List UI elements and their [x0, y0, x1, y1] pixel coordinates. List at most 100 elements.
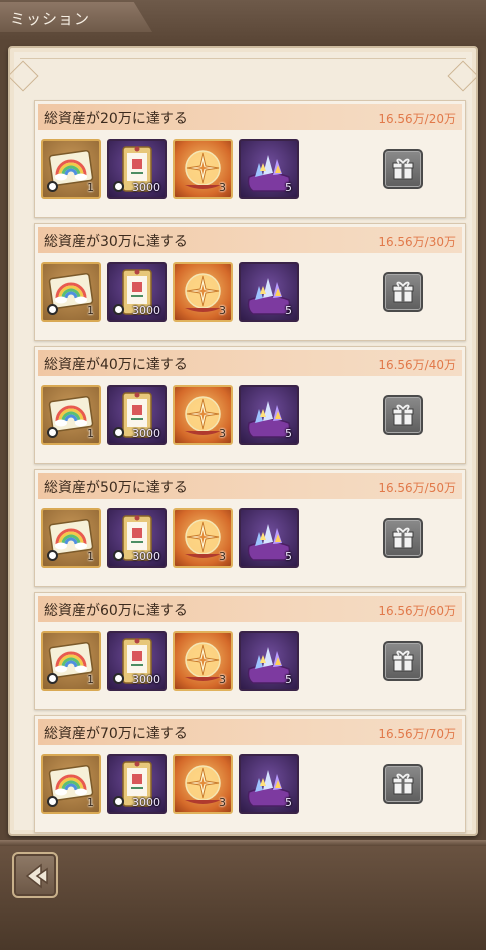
- reward-quantity: 1: [87, 550, 94, 563]
- reward-item[interactable]: 3: [173, 262, 233, 322]
- reward-quantity: 3: [219, 673, 226, 686]
- mission-card: 総資産が60万に達する 16.56万/60万 1 3000 3 5: [34, 592, 466, 710]
- mission-progress: 16.56万/70万: [378, 727, 456, 741]
- ornament-right: [447, 60, 476, 92]
- mission-title: 総資産が60万に達する: [44, 603, 188, 619]
- reward-item[interactable]: 1: [41, 385, 101, 445]
- clock-icon: [113, 304, 124, 315]
- mission-progress: 16.56万/60万: [378, 604, 456, 618]
- mission-progress: 16.56万/40万: [378, 358, 456, 372]
- reward-item[interactable]: 1: [41, 631, 101, 691]
- claim-reward-button[interactable]: [383, 641, 423, 681]
- gift-icon: [392, 158, 414, 180]
- reward-quantity: 5: [285, 673, 292, 686]
- clock-icon: [47, 304, 58, 315]
- reward-item[interactable]: 3000: [107, 754, 167, 814]
- reward-quantity: 3000: [132, 796, 160, 809]
- clock-icon: [47, 796, 58, 807]
- mission-header: 総資産が20万に達する 16.56万/20万: [38, 104, 462, 130]
- gift-icon: [392, 773, 414, 795]
- reward-item[interactable]: 3000: [107, 631, 167, 691]
- mission-title: 総資産が70万に達する: [44, 726, 188, 742]
- mission-progress: 16.56万/20万: [378, 112, 456, 126]
- mission-title: 総資産が20万に達する: [44, 111, 188, 127]
- top-bar: ミッション: [0, 0, 486, 40]
- mission-list-panel[interactable]: 総資産が20万に達する 16.56万/20万 1 3000 3 5 総資産が30万に達する 1…: [8, 46, 478, 836]
- mission-card: 総資産が70万に達する 16.56万/70万 1 3000 3 5: [34, 715, 466, 833]
- mission-card: 総資産が20万に達する 16.56万/20万 1 3000 3 5: [34, 100, 466, 218]
- clock-icon: [47, 550, 58, 561]
- reward-item[interactable]: 5: [239, 139, 299, 199]
- reward-item[interactable]: 5: [239, 508, 299, 568]
- reward-quantity: 5: [285, 550, 292, 563]
- reward-quantity: 5: [285, 796, 292, 809]
- claim-reward-button[interactable]: [383, 395, 423, 435]
- mission-header: 総資産が30万に達する 16.56万/30万: [38, 227, 462, 253]
- claim-reward-button[interactable]: [383, 764, 423, 804]
- claim-reward-button[interactable]: [383, 272, 423, 312]
- reward-quantity: 3000: [132, 181, 160, 194]
- reward-quantity: 3000: [132, 673, 160, 686]
- clock-icon: [113, 550, 124, 561]
- gift-icon: [392, 650, 414, 672]
- gift-icon: [392, 281, 414, 303]
- reward-item[interactable]: 5: [239, 385, 299, 445]
- reward-quantity: 3000: [132, 304, 160, 317]
- reward-item[interactable]: 3000: [107, 139, 167, 199]
- reward-item[interactable]: 1: [41, 754, 101, 814]
- claim-reward-button[interactable]: [383, 149, 423, 189]
- mission-progress: 16.56万/30万: [378, 235, 456, 249]
- reward-item[interactable]: 5: [239, 631, 299, 691]
- reward-item[interactable]: 3000: [107, 262, 167, 322]
- reward-item[interactable]: 3000: [107, 508, 167, 568]
- mission-title: 総資産が40万に達する: [44, 357, 188, 373]
- clock-icon: [47, 673, 58, 684]
- reward-item[interactable]: 1: [41, 262, 101, 322]
- mission-header: 総資産が70万に達する 16.56万/70万: [38, 719, 462, 745]
- mission-title: 総資産が50万に達する: [44, 480, 188, 496]
- reward-quantity: 5: [285, 304, 292, 317]
- reward-item[interactable]: 3: [173, 754, 233, 814]
- reward-quantity: 1: [87, 796, 94, 809]
- reward-quantity: 1: [87, 673, 94, 686]
- reward-quantity: 3: [219, 304, 226, 317]
- reward-quantity: 3: [219, 550, 226, 563]
- reward-quantity: 5: [285, 181, 292, 194]
- reward-item[interactable]: 1: [41, 508, 101, 568]
- mission-card: 総資産が30万に達する 16.56万/30万 1 3000 3 5: [34, 223, 466, 341]
- mission-card: 総資産が50万に達する 16.56万/50万 1 3000 3 5: [34, 469, 466, 587]
- panel-ornament: [10, 58, 476, 96]
- mission-header: 総資産が50万に達する 16.56万/50万: [38, 473, 462, 499]
- header-tab: ミッション: [0, 2, 152, 32]
- reward-quantity: 5: [285, 427, 292, 440]
- reward-item[interactable]: 3000: [107, 385, 167, 445]
- reward-quantity: 1: [87, 181, 94, 194]
- gift-icon: [392, 527, 414, 549]
- mission-header: 総資産が40万に達する 16.56万/40万: [38, 350, 462, 376]
- reward-item[interactable]: 1: [41, 139, 101, 199]
- reward-item[interactable]: 3: [173, 139, 233, 199]
- ornament-left: [10, 60, 39, 92]
- reward-quantity: 3000: [132, 427, 160, 440]
- clock-icon: [47, 427, 58, 438]
- mission-header: 総資産が60万に達する 16.56万/60万: [38, 596, 462, 622]
- reward-item[interactable]: 5: [239, 754, 299, 814]
- reward-item[interactable]: 3: [173, 385, 233, 445]
- reward-quantity: 3: [219, 181, 226, 194]
- page-title: ミッション: [10, 10, 91, 28]
- mission-progress: 16.56万/50万: [378, 481, 456, 495]
- clock-icon: [113, 181, 124, 192]
- clock-icon: [113, 427, 124, 438]
- clock-icon: [47, 181, 58, 192]
- reward-item[interactable]: 3: [173, 631, 233, 691]
- reward-quantity: 3000: [132, 550, 160, 563]
- reward-quantity: 1: [87, 427, 94, 440]
- reward-quantity: 3: [219, 427, 226, 440]
- back-arrow-icon: [25, 863, 48, 889]
- reward-item[interactable]: 5: [239, 262, 299, 322]
- clock-icon: [113, 796, 124, 807]
- back-button[interactable]: [12, 852, 58, 898]
- reward-quantity: 3: [219, 796, 226, 809]
- reward-item[interactable]: 3: [173, 508, 233, 568]
- claim-reward-button[interactable]: [383, 518, 423, 558]
